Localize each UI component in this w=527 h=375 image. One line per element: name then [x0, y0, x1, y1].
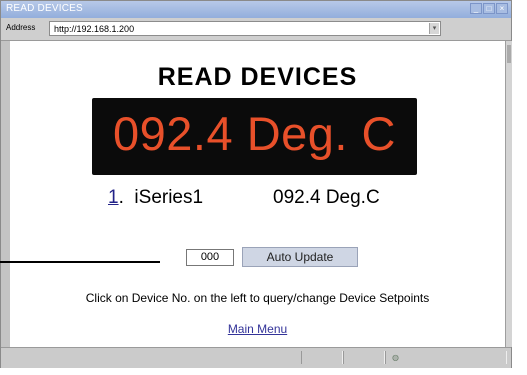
window-title: READ DEVICES	[6, 3, 83, 14]
led-display: 092.4 Deg. C	[92, 98, 417, 175]
window-controls: _ □ ×	[470, 3, 508, 14]
address-value: http://192.168.1.200	[54, 24, 135, 34]
device-number-link[interactable]: 1	[108, 187, 119, 208]
network-zone-icon: ◍	[392, 353, 399, 362]
address-field[interactable]: http://192.168.1.200 ▾	[49, 21, 441, 36]
status-bar: ◍	[1, 347, 511, 368]
address-label: Address	[6, 23, 36, 32]
main-menu-link-row: Main Menu	[10, 322, 505, 336]
minimize-icon[interactable]: _	[470, 3, 482, 14]
address-bar: Address http://192.168.1.200 ▾	[1, 18, 511, 41]
status-segment	[343, 351, 385, 364]
device-reading: 092.4 Deg.C	[273, 187, 380, 208]
vertical-scrollbar[interactable]	[505, 41, 512, 347]
instruction-text: Click on Device No. on the left to query…	[85, 291, 430, 305]
display-reading: 092.4 Deg. C	[113, 107, 396, 160]
auto-update-button[interactable]: Auto Update	[242, 247, 358, 267]
page-title: READ DEVICES	[157, 63, 358, 91]
status-segment	[301, 351, 343, 364]
chevron-down-icon[interactable]: ▾	[429, 23, 439, 34]
page-content: READ DEVICES 092.4 Deg. C 1. iSeries1 09…	[10, 41, 505, 347]
callout-line	[0, 261, 160, 263]
close-icon[interactable]: ×	[496, 3, 508, 14]
main-menu-link[interactable]: Main Menu	[228, 322, 287, 336]
status-segment	[385, 351, 507, 364]
browser-window: READ DEVICES _ □ × Address http://192.16…	[0, 0, 512, 368]
device-row: 1. iSeries1	[108, 187, 203, 209]
maximize-icon[interactable]: □	[483, 3, 495, 14]
device-number-suffix: .	[118, 187, 124, 208]
title-bar: READ DEVICES _ □ ×	[1, 1, 511, 18]
scrollbar-thumb[interactable]	[507, 45, 511, 63]
update-interval-input[interactable]: 000	[186, 249, 234, 266]
device-name: iSeries1	[134, 187, 204, 208]
